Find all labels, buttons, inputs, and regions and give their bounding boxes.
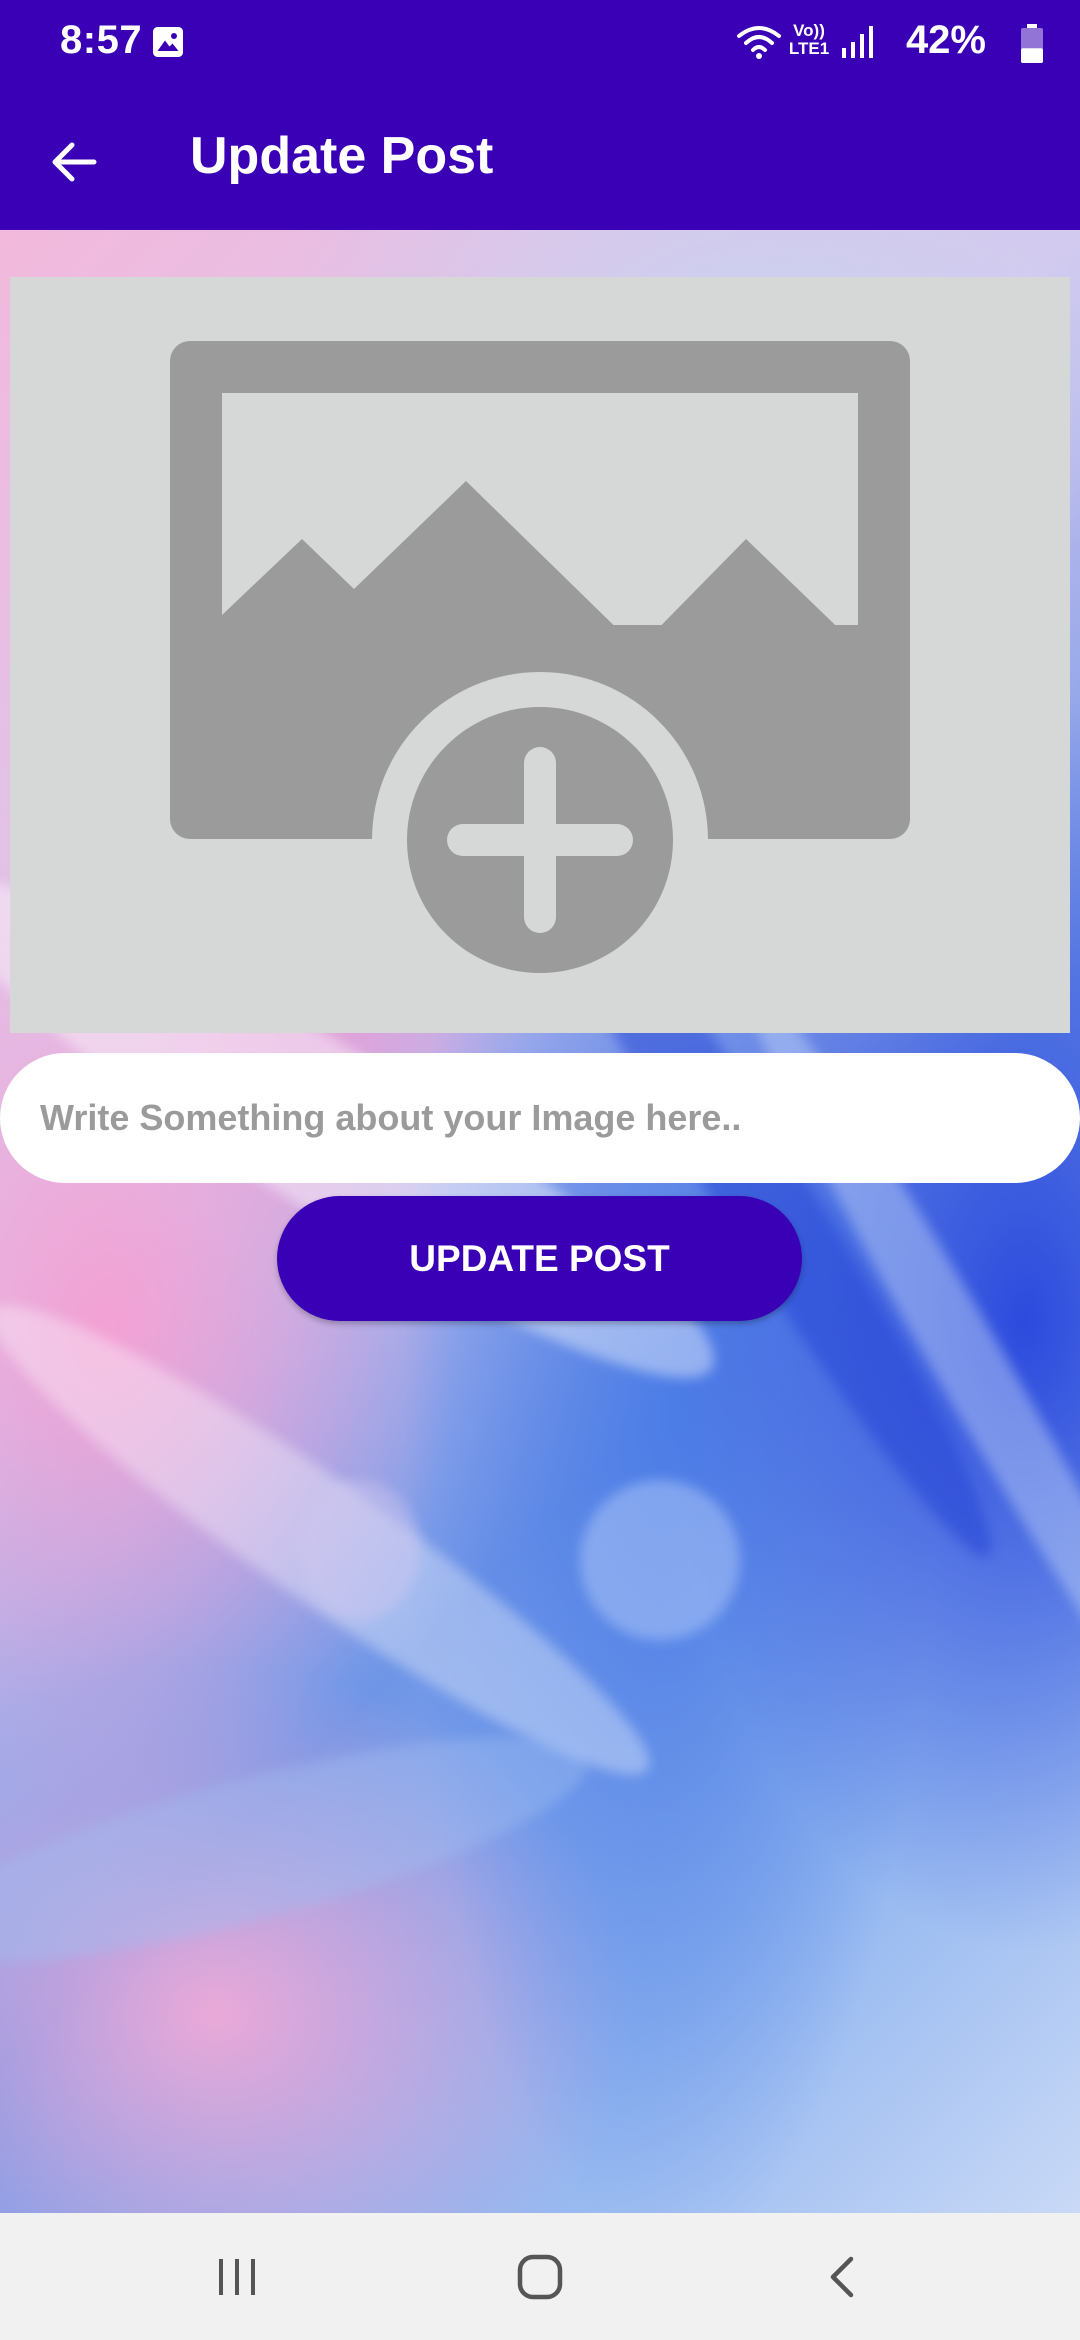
signal-icon xyxy=(842,26,873,58)
recent-apps-button[interactable] xyxy=(187,2237,287,2317)
wifi-icon xyxy=(737,26,781,59)
home-button[interactable] xyxy=(490,2237,590,2317)
add-photo-icon xyxy=(170,341,910,1008)
home-icon xyxy=(517,2254,563,2300)
image-notification-icon xyxy=(153,27,183,57)
back-button[interactable] xyxy=(36,124,112,200)
lte-label: LTE1 xyxy=(788,39,830,58)
navigation-bar xyxy=(0,2213,1080,2340)
status-indicators: Vo)) LTE1 42% xyxy=(644,18,1044,70)
update-post-button[interactable]: UPDATE POST xyxy=(277,1196,802,1321)
app-bar: Update Post xyxy=(0,88,1080,230)
network-type: Vo)) LTE1 xyxy=(784,22,834,58)
image-picker[interactable] xyxy=(10,277,1070,1033)
battery-icon xyxy=(1021,24,1043,63)
caption-input[interactable] xyxy=(0,1053,1080,1183)
recent-apps-icon xyxy=(219,2259,255,2295)
back-icon xyxy=(830,2256,854,2298)
status-bar: 8:57 Vo)) LTE1 42% xyxy=(0,0,1080,88)
volte-label: Vo)) xyxy=(793,21,825,40)
nav-back-button[interactable] xyxy=(793,2237,893,2317)
battery-percent: 42% xyxy=(905,18,986,62)
page-title: Update Post xyxy=(190,127,494,185)
arrow-back-icon xyxy=(52,142,97,182)
status-time: 8:57 xyxy=(60,18,143,62)
